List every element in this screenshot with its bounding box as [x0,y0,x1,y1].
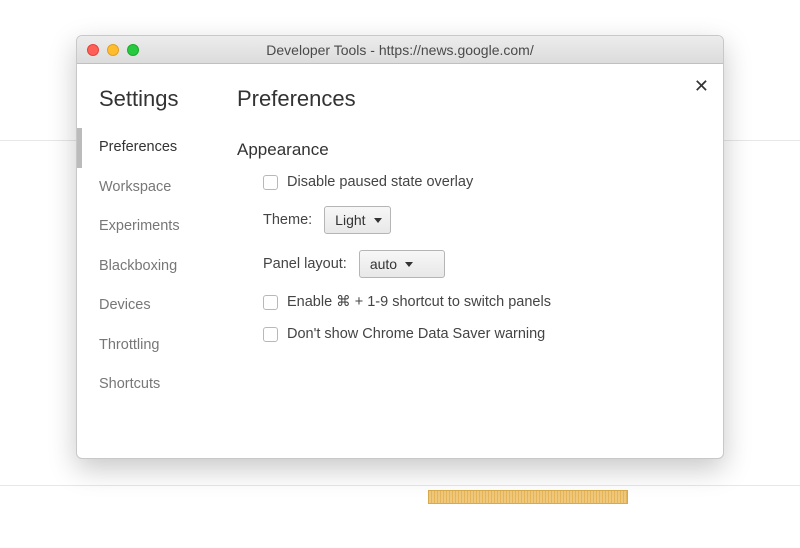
sidebar-item-blackboxing[interactable]: Blackboxing [77,247,217,287]
window-titlebar: Developer Tools - https://news.google.co… [77,36,723,64]
devtools-window: Developer Tools - https://news.google.co… [76,35,724,459]
datasaver-label: Don't show Chrome Data Saver warning [287,326,545,342]
content-area: Settings Preferences Workspace Experimen… [77,64,723,458]
sidebar-item-experiments[interactable]: Experiments [77,207,217,247]
datasaver-checkbox[interactable] [263,327,278,342]
traffic-lights [87,44,139,56]
caret-down-icon [374,218,382,223]
caret-down-icon [405,262,413,267]
theme-row: Theme: Light [263,206,703,234]
panel-layout-dropdown[interactable]: auto [359,250,445,278]
sidebar-item-throttling[interactable]: Throttling [77,326,217,366]
disable-overlay-row[interactable]: Disable paused state overlay [263,174,703,190]
disable-overlay-checkbox[interactable] [263,175,278,190]
sidebar-item-shortcuts[interactable]: Shortcuts [77,365,217,405]
window-maximize-button[interactable] [127,44,139,56]
theme-value: Light [335,212,365,228]
sidebar-item-devices[interactable]: Devices [77,286,217,326]
theme-dropdown[interactable]: Light [324,206,390,234]
panel-layout-label: Panel layout: [263,256,347,272]
panel-layout-value: auto [370,256,397,272]
theme-label: Theme: [263,212,312,228]
window-close-button[interactable] [87,44,99,56]
appearance-section-title: Appearance [237,140,703,160]
disable-overlay-label: Disable paused state overlay [287,174,473,190]
sidebar-heading: Settings [77,86,217,128]
page-title: Preferences [237,86,703,112]
panel-shortcut-checkbox[interactable] [263,295,278,310]
panel-shortcut-label: Enable ⌘ + 1-9 shortcut to switch panels [287,294,551,310]
close-icon[interactable]: ✕ [694,76,709,97]
datasaver-row[interactable]: Don't show Chrome Data Saver warning [263,326,703,342]
window-minimize-button[interactable] [107,44,119,56]
preferences-panel: ✕ Preferences Appearance Disable paused … [217,64,723,458]
window-title: Developer Tools - https://news.google.co… [87,42,713,58]
panel-shortcut-row[interactable]: Enable ⌘ + 1-9 shortcut to switch panels [263,294,703,310]
sidebar-item-preferences[interactable]: Preferences [77,128,217,168]
panel-layout-row: Panel layout: auto [263,250,703,278]
settings-sidebar: Settings Preferences Workspace Experimen… [77,64,217,458]
accent-bar [428,490,628,504]
sidebar-item-workspace[interactable]: Workspace [77,168,217,208]
